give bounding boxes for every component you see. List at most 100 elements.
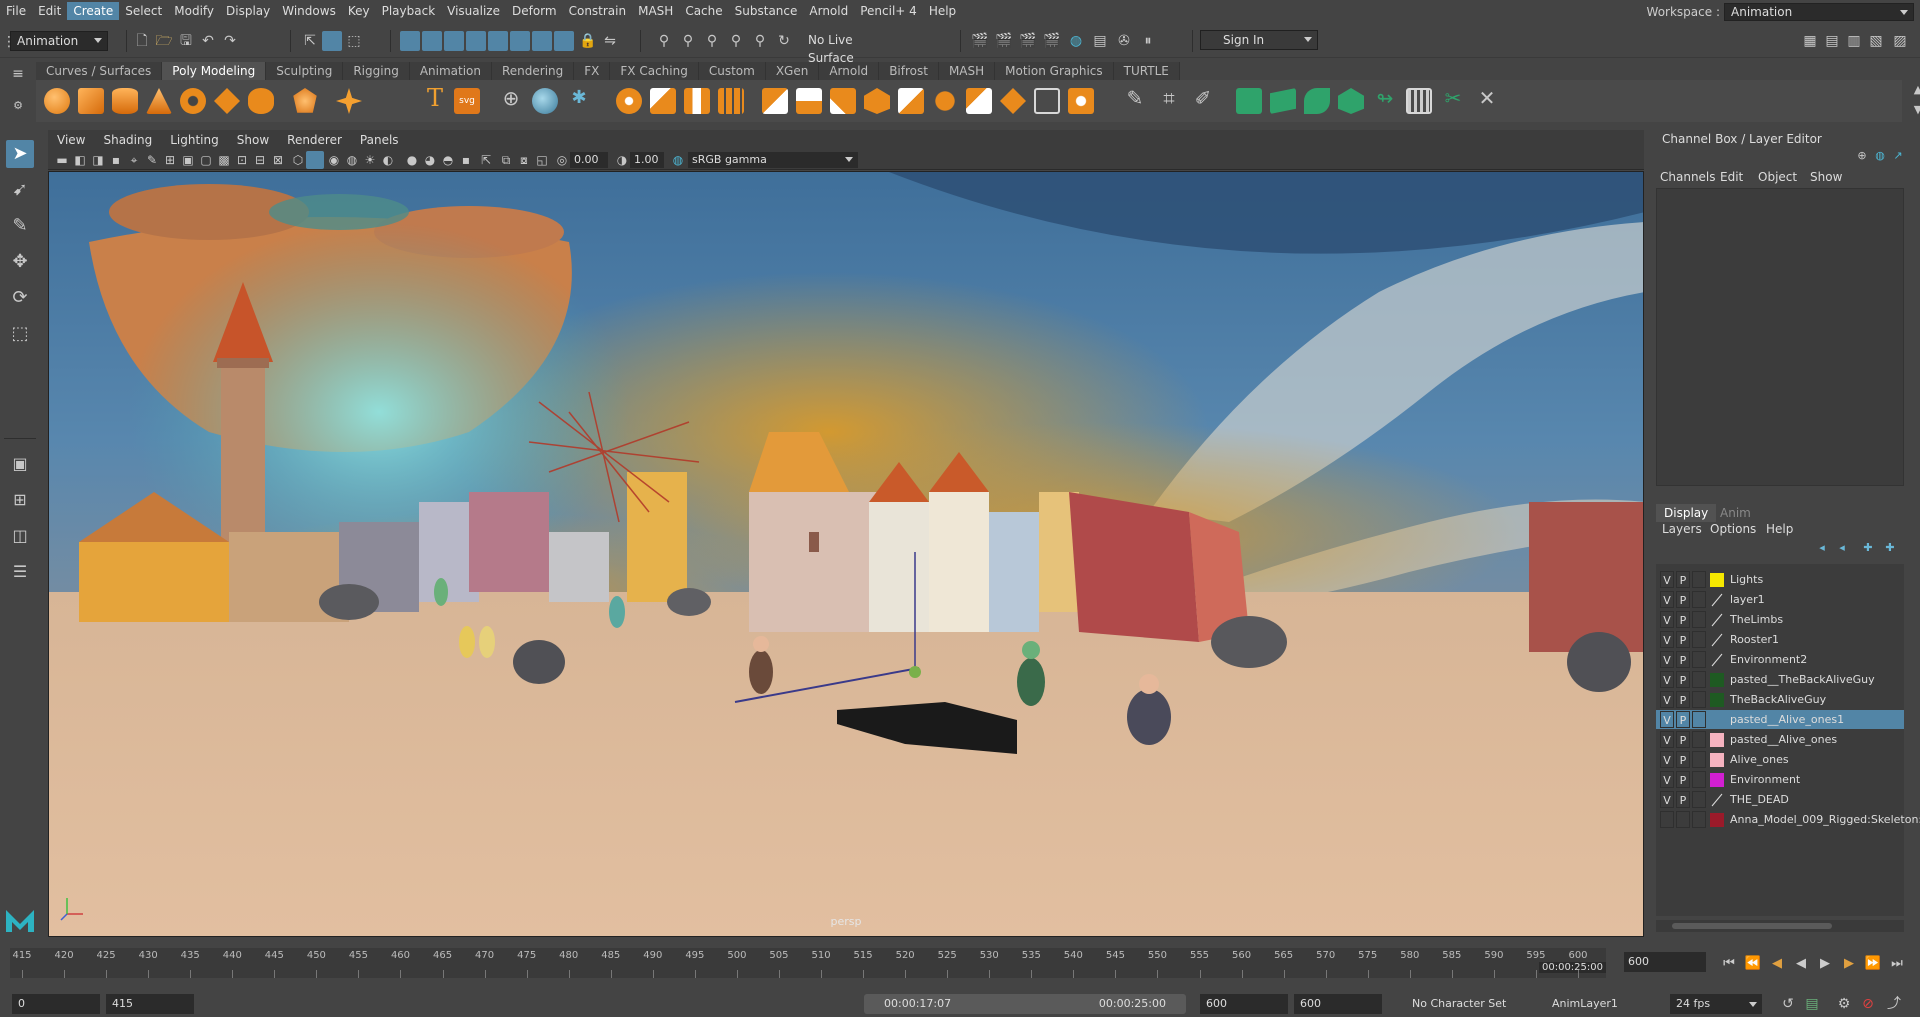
layer-color-swatch[interactable] bbox=[1710, 573, 1724, 587]
outliner-icon[interactable]: ▨ bbox=[1890, 31, 1910, 51]
modeling-toolkit-icon[interactable]: ▦ bbox=[1800, 31, 1820, 51]
anti-aliasing-icon[interactable]: ◓ bbox=[438, 150, 458, 170]
layer-editor-menu-layers[interactable]: Layers bbox=[1662, 522, 1702, 536]
layer-playback-toggle[interactable]: P bbox=[1676, 691, 1690, 708]
menu-cache[interactable]: Cache bbox=[679, 2, 728, 20]
refresh-icon[interactable]: ↻ bbox=[774, 31, 794, 51]
attribute-editor-icon[interactable]: ▤ bbox=[1822, 31, 1842, 51]
shelf-tab-rendering[interactable]: Rendering bbox=[492, 62, 575, 80]
grease-pencil-icon[interactable]: ✎ bbox=[142, 150, 162, 170]
menu-mash[interactable]: MASH bbox=[632, 2, 679, 20]
xray-icon[interactable]: ⧉ bbox=[496, 150, 516, 170]
fill-hole-icon[interactable] bbox=[932, 88, 958, 114]
layer-color-swatch[interactable] bbox=[1710, 713, 1724, 727]
snap-center-icon[interactable] bbox=[532, 31, 552, 51]
image-plane-icon[interactable]: ▪ bbox=[106, 150, 126, 170]
shelf-tab-mash[interactable]: MASH bbox=[938, 62, 996, 80]
poly-plane-icon[interactable] bbox=[214, 88, 240, 114]
snap-view-plane-icon[interactable] bbox=[466, 31, 486, 51]
layer-playback-toggle[interactable]: P bbox=[1676, 771, 1690, 788]
time-slider-track[interactable]: 00:00:25:00 415 420 425 430 435 440 445 450 455 4… bbox=[10, 948, 1606, 978]
playback-start-field[interactable]: 415 bbox=[106, 994, 194, 1014]
channel-box-menu-channels[interactable]: Channels bbox=[1660, 170, 1716, 184]
channel-box-menu-object[interactable]: Object bbox=[1758, 170, 1797, 184]
poly-disc-icon[interactable] bbox=[248, 88, 274, 114]
snap-curve-icon[interactable] bbox=[422, 31, 442, 51]
symmetry-icon[interactable]: ⇋ bbox=[600, 31, 620, 51]
scene-render[interactable] bbox=[49, 172, 1644, 937]
shelf-tab-turtle[interactable]: TURTLE bbox=[1113, 62, 1180, 80]
layer-visibility-toggle[interactable]: V bbox=[1660, 611, 1674, 628]
smooth-shade-icon[interactable] bbox=[306, 151, 324, 169]
layer-link-icon[interactable] bbox=[1710, 793, 1724, 807]
uv-unfold-icon[interactable]: ↬ bbox=[1372, 88, 1398, 108]
layer-row[interactable]: V P Alive_ones bbox=[1656, 750, 1904, 769]
xray-joints-icon[interactable]: ⧇ bbox=[514, 150, 534, 170]
shelf-tab-sculpting[interactable]: Sculpting bbox=[266, 62, 344, 80]
layer-playback-toggle[interactable]: P bbox=[1676, 591, 1690, 608]
shelf-tab-animation[interactable]: Animation bbox=[409, 62, 492, 80]
xray-components-icon[interactable]: ◱ bbox=[532, 150, 552, 170]
current-frame-field[interactable]: 600 bbox=[1624, 952, 1706, 972]
motion-blur-icon[interactable]: ◕ bbox=[420, 150, 440, 170]
input-ops-icon[interactable]: ⚲ bbox=[678, 31, 698, 51]
pause-viewport-icon[interactable]: ⏸ bbox=[1138, 31, 1158, 51]
layer-visibility-toggle[interactable]: V bbox=[1660, 791, 1674, 808]
layer-color-swatch[interactable] bbox=[1710, 693, 1724, 707]
sync-icon[interactable]: ◍ bbox=[1870, 146, 1890, 166]
play-forward-icon[interactable]: ▶ bbox=[1816, 956, 1834, 971]
layer-row[interactable]: V P THE_DEAD bbox=[1656, 790, 1904, 809]
viewport-menu-show[interactable]: Show bbox=[228, 133, 278, 147]
layer-link-icon[interactable] bbox=[1710, 653, 1724, 667]
layer-list-scrollbar[interactable] bbox=[1656, 920, 1904, 932]
bevel-icon[interactable] bbox=[898, 88, 924, 114]
scale-tool[interactable]: ⬚ bbox=[6, 320, 34, 348]
single-pane-layout[interactable]: ▣ bbox=[6, 450, 34, 478]
layer-playback-toggle[interactable]: P bbox=[1676, 611, 1690, 628]
uv-cylindrical-icon[interactable] bbox=[1270, 88, 1296, 114]
move-tool[interactable]: ✥ bbox=[6, 248, 34, 276]
menu-constrain[interactable]: Constrain bbox=[563, 2, 633, 20]
live-surface-field[interactable]: No Live Surface bbox=[802, 31, 902, 65]
layer-visibility-toggle[interactable]: V bbox=[1660, 751, 1674, 768]
layer-editor-tab-anim[interactable]: Anim bbox=[1712, 504, 1759, 522]
insert-edge-loop-icon[interactable]: ✎ bbox=[1122, 88, 1148, 108]
channel-box-icon[interactable]: ▧ bbox=[1866, 31, 1886, 51]
step-forward-frame-icon[interactable]: ▶ bbox=[1840, 956, 1858, 971]
menu-file[interactable]: File bbox=[0, 2, 32, 20]
layer-row[interactable]: V P Rooster1 bbox=[1656, 630, 1904, 649]
layer-row[interactable]: V Player1 bbox=[1656, 590, 1904, 609]
multi-cut-icon[interactable] bbox=[1034, 88, 1060, 114]
smooth-icon[interactable] bbox=[718, 88, 744, 114]
go-to-start-icon[interactable]: ⏮ bbox=[1720, 956, 1738, 971]
poly-sphere-icon[interactable] bbox=[44, 88, 70, 114]
menu-substance[interactable]: Substance bbox=[729, 2, 804, 20]
channel-box-area[interactable] bbox=[1656, 188, 1904, 486]
layer-display-type-toggle[interactable] bbox=[1692, 671, 1706, 688]
layer-row[interactable]: V P Lights bbox=[1656, 570, 1904, 589]
shelf-scroll-down-icon[interactable]: ▼ bbox=[1908, 100, 1920, 120]
uv-cut-icon[interactable]: ✂ bbox=[1440, 88, 1466, 108]
layer-visibility-toggle[interactable]: V bbox=[1660, 691, 1674, 708]
offset-edge-loop-icon[interactable]: ⌗ bbox=[1156, 88, 1182, 108]
uv-layout-icon[interactable]: ✱ bbox=[566, 88, 592, 108]
channel-box-menu-edit[interactable]: Edit bbox=[1720, 170, 1743, 184]
go-to-end-icon[interactable]: ⏭ bbox=[1888, 956, 1906, 971]
layer-playback-toggle[interactable]: P bbox=[1676, 731, 1690, 748]
layer-editor-menu-options[interactable]: Options bbox=[1710, 522, 1756, 536]
layer-link-icon[interactable] bbox=[1710, 593, 1724, 607]
super-shape-icon[interactable] bbox=[336, 88, 362, 114]
layer-color-swatch[interactable] bbox=[1710, 773, 1724, 787]
new-scene-icon[interactable]: 🗋 bbox=[132, 31, 152, 51]
mirror-icon[interactable] bbox=[796, 88, 822, 114]
shelf-tab-curves-surfaces[interactable]: Curves / Surfaces bbox=[36, 62, 163, 80]
audio-icon[interactable]: ⊘ bbox=[1858, 994, 1878, 1014]
viewport-menu-view[interactable]: View bbox=[48, 133, 94, 147]
shelf-tab-arnold[interactable]: Arnold bbox=[819, 62, 880, 80]
select-tool[interactable]: ➤ bbox=[6, 140, 34, 168]
camera-attributes-icon[interactable]: ◧ bbox=[70, 150, 90, 170]
resolution-gate-icon[interactable]: ▢ bbox=[196, 150, 216, 170]
layer-color-swatch[interactable] bbox=[1710, 813, 1724, 827]
layer-visibility-toggle[interactable]: V bbox=[1660, 631, 1674, 648]
workspace-dropdown[interactable]: Animation bbox=[1724, 3, 1914, 21]
